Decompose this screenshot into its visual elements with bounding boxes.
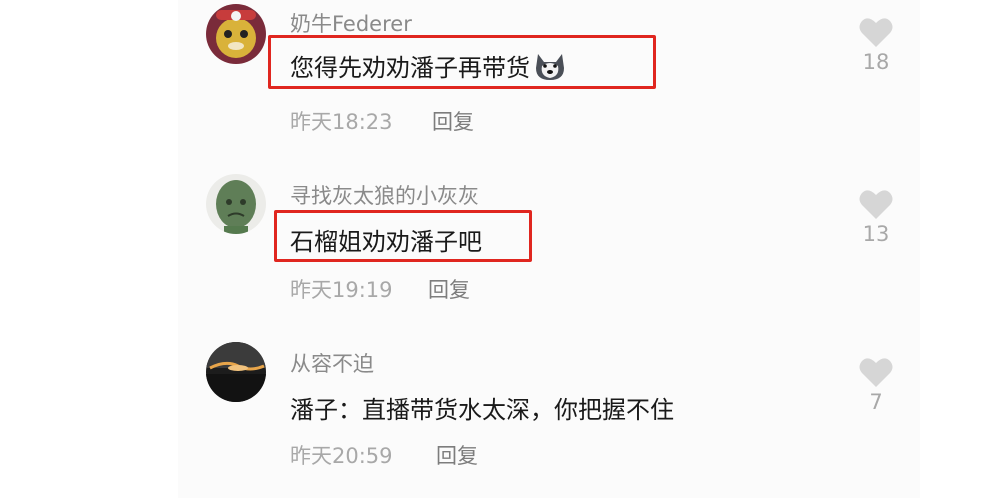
heart-icon: [859, 358, 893, 387]
comment-item: 奶牛Federer 您得先劝劝潘子再带货 昨天18:23 回复 18: [178, 0, 920, 166]
like-count: 18: [862, 50, 890, 74]
comment-timestamp: 昨天20:59: [290, 444, 393, 468]
like-button[interactable]: 13: [854, 188, 898, 246]
reply-button[interactable]: 回复: [436, 440, 478, 470]
comment-username[interactable]: 奶牛Federer: [290, 8, 412, 38]
comment-username[interactable]: 寻找灰太狼的小灰灰: [290, 180, 479, 210]
heart-icon: [859, 18, 893, 47]
comment-text: 石榴姐劝劝潘子吧: [290, 228, 482, 256]
comment-timestamp: 昨天19:19: [290, 278, 393, 302]
like-count: 7: [869, 390, 883, 414]
like-button[interactable]: 18: [854, 16, 898, 74]
husky-dog-emoji-icon: [532, 50, 568, 88]
comment-timestamp: 昨天18:23: [290, 110, 393, 134]
comment-text-content: 您得先劝劝潘子再带货: [290, 54, 530, 82]
reply-button[interactable]: 回复: [432, 106, 474, 136]
comment-list: 奶牛Federer 您得先劝劝潘子再带货 昨天18:23 回复 18 寻找灰太狼…: [178, 0, 920, 498]
comment-text: 潘子：直播带货水太深，你把握不住: [290, 396, 674, 424]
heart-icon: [859, 190, 893, 219]
avatar[interactable]: [206, 174, 266, 234]
comment-item: 寻找灰太狼的小灰灰 石榴姐劝劝潘子吧 昨天19:19 回复 13: [178, 170, 920, 336]
like-count: 13: [862, 222, 890, 246]
comment-username[interactable]: 从容不迫: [290, 348, 374, 378]
avatar[interactable]: [206, 342, 266, 402]
comment-item: 从容不迫 潘子：直播带货水太深，你把握不住 昨天20:59 回复 7: [178, 338, 920, 504]
like-button[interactable]: 7: [854, 356, 898, 414]
avatar[interactable]: [206, 4, 266, 64]
reply-button[interactable]: 回复: [428, 274, 470, 304]
comment-text: 您得先劝劝潘子再带货: [290, 48, 568, 88]
